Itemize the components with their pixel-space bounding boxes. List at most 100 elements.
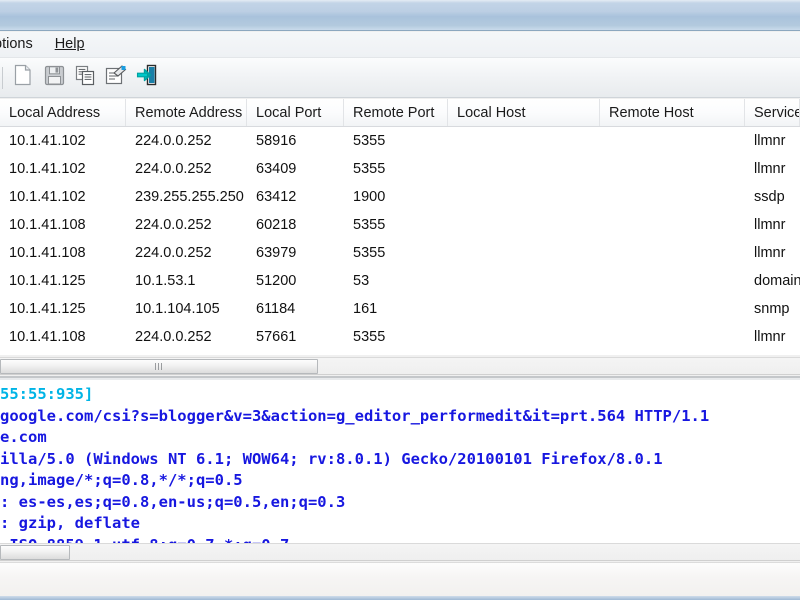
cell-remote-address: 224.0.0.252 — [135, 133, 212, 149]
cell-service: llmnr — [745, 351, 800, 355]
cell-remote-port: 5355 — [344, 351, 448, 355]
cell-remote-address: 224.0.0.252 — [126, 351, 247, 355]
window-bottom-edge — [0, 596, 800, 600]
cell-local-port: 63412 — [256, 189, 297, 205]
table-row[interactable]: 10.1.41.102 224.0.0.252 63409 5355 llmnr — [0, 155, 800, 183]
table-row[interactable]: 10.1.41.125 10.1.104.105 61184 161 snmp — [0, 295, 800, 323]
menu-item-options-label: ptions — [0, 36, 33, 52]
request-detail-panel[interactable]: 55:55:935] google.com/csi?s=blogger&v=3&a… — [0, 376, 800, 543]
window-titlebar[interactable] — [0, 0, 800, 31]
menu-item-options[interactable]: ptions — [0, 33, 41, 56]
table-row[interactable]: 10.1.41.108 224.0.0.252 57661 5355 llmnr — [0, 323, 800, 351]
cell-local-port: 63979 — [256, 245, 297, 261]
cell-service: ssdp — [754, 189, 785, 205]
cell-remote-host — [600, 183, 745, 211]
menu-item-help[interactable]: Help — [47, 33, 93, 56]
log-request-line: ISO-8859-1,utf-8;q=0.7,*;q=0.7 — [0, 535, 800, 544]
toolbar-button-properties[interactable] — [101, 63, 131, 93]
log-request-line: ng,image/*;q=0.8,*/*;q=0.5 — [0, 471, 243, 489]
cell-remote-host — [600, 323, 745, 351]
text-panel-horizontal-scrollbar[interactable] — [0, 543, 800, 561]
table-row[interactable]: 10.1.41.125 10.1.53.1 51200 53 domain — [0, 267, 800, 295]
toolbar-button-copy[interactable] — [70, 63, 100, 93]
cell-local-host — [448, 183, 600, 211]
cell-remote-address: 224.0.0.252 — [135, 161, 212, 177]
titlebar-gloss — [0, 0, 800, 3]
properties-icon — [105, 64, 127, 91]
text-scrollbar-thumb[interactable] — [0, 545, 70, 560]
cell-local-host — [448, 239, 600, 267]
column-header-local-host[interactable]: Local Host — [448, 99, 600, 126]
cell-local-address: 10.1.41.102 — [9, 161, 86, 177]
table-row[interactable]: 10.1.41.108 224.0.0.252 60218 5355 llmnr — [0, 211, 800, 239]
text-scrollbar-track[interactable] — [0, 544, 800, 560]
cell-local-port: 55093 — [247, 351, 344, 355]
cell-remote-host — [600, 239, 745, 267]
toolbar-button-new[interactable] — [8, 63, 38, 93]
table-row[interactable]: 10.1.41.108224.0.0.252550935355 llmnr — [0, 351, 800, 355]
column-header-local-port[interactable]: Local Port — [247, 99, 344, 126]
log-request-line: e.com — [0, 428, 47, 446]
log-timestamp-line: 55:55:935] — [0, 385, 94, 403]
toolbar-button-save[interactable] — [39, 63, 69, 93]
log-request-line: : gzip, deflate — [0, 514, 140, 532]
save-floppy-icon — [44, 65, 65, 91]
table-row[interactable]: 10.1.41.102 239.255.255.250 63412 1900 ssdp — [0, 183, 800, 211]
cell-remote-host — [600, 351, 745, 355]
cell-local-address: 10.1.41.125 — [9, 301, 86, 317]
cell-local-port: 61184 — [256, 301, 296, 317]
cell-remote-port: 5355 — [353, 245, 386, 261]
cell-remote-address: 224.0.0.252 — [135, 245, 212, 261]
cell-local-address: 10.1.41.108 — [0, 351, 126, 355]
log-request-line: google.com/csi?s=blogger&v=3&action=g_ed… — [0, 406, 710, 425]
scrollbar-grip-icon — [154, 363, 164, 370]
cell-local-host — [448, 267, 600, 295]
connections-grid[interactable]: Local Address Remote Address Local Port … — [0, 99, 800, 355]
column-header-service[interactable]: Service — [745, 99, 800, 126]
grid-header-row: Local Address Remote Address Local Port … — [0, 99, 800, 127]
column-header-remote-port[interactable]: Remote Port — [344, 99, 448, 126]
grid-scrollbar-thumb[interactable] — [0, 359, 318, 374]
application-window: ptions Help — [0, 0, 800, 600]
log-request-line: : es-es,es;q=0.8,en-us;q=0.5,en;q=0.3 — [0, 492, 346, 511]
column-header-remote-address[interactable]: Remote Address — [126, 99, 247, 126]
cell-local-address: 10.1.41.125 — [9, 273, 86, 289]
cell-local-address: 10.1.41.108 — [9, 245, 86, 261]
cell-service: llmnr — [754, 217, 786, 233]
cell-local-address: 10.1.41.108 — [9, 329, 86, 345]
log-request-line: illa/5.0 (Windows NT 6.1; WOW64; rv:8.0.… — [0, 449, 663, 468]
cell-local-port: 51200 — [256, 273, 297, 289]
cell-service: llmnr — [754, 245, 786, 261]
cell-remote-port: 5355 — [353, 217, 386, 233]
cell-remote-port: 5355 — [353, 133, 386, 149]
column-header-local-address[interactable]: Local Address — [0, 99, 126, 126]
status-bar — [0, 562, 800, 600]
grid-body: 10.1.41.102 224.0.0.252 58916 5355 llmnr 10.1… — [0, 127, 800, 355]
cell-remote-host — [600, 127, 745, 155]
cell-remote-port: 161 — [353, 301, 378, 317]
table-row[interactable]: 10.1.41.108 224.0.0.252 63979 5355 llmnr — [0, 239, 800, 267]
cell-remote-address: 10.1.104.105 — [135, 301, 220, 317]
cell-remote-port: 5355 — [353, 329, 386, 345]
cell-remote-host — [600, 267, 745, 295]
cell-remote-address: 239.255.255.250 — [135, 189, 244, 205]
column-header-remote-host[interactable]: Remote Host — [600, 99, 745, 126]
cell-service: domain — [754, 273, 800, 289]
cell-local-address: 10.1.41.108 — [9, 217, 86, 233]
cell-local-host — [448, 127, 600, 155]
copy-icon — [75, 65, 96, 91]
grid-horizontal-scrollbar[interactable] — [0, 357, 800, 375]
cell-local-port: 57661 — [256, 329, 297, 345]
exit-door-icon — [136, 64, 158, 91]
cell-remote-host — [600, 295, 745, 323]
text-panel-top-divider — [0, 378, 800, 380]
cell-service: llmnr — [754, 329, 786, 345]
toolbar-separator — [2, 66, 3, 89]
cell-local-host — [448, 351, 600, 355]
menu-item-help-label: Help — [54, 36, 85, 52]
cell-local-port: 60218 — [256, 217, 297, 233]
cell-local-host — [448, 211, 600, 239]
table-row[interactable]: 10.1.41.102 224.0.0.252 58916 5355 llmnr — [0, 127, 800, 155]
toolbar-button-exit[interactable] — [132, 63, 162, 93]
toolbar — [0, 58, 800, 98]
